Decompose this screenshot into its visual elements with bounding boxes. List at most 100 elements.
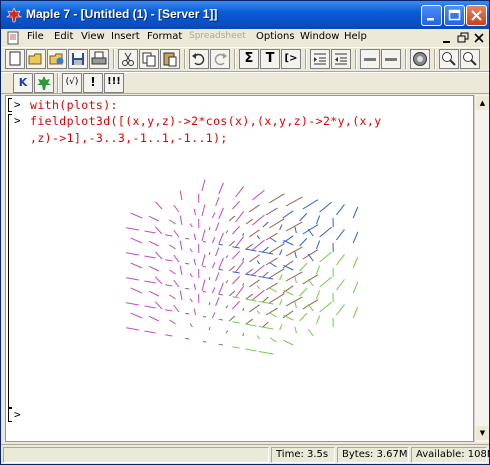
menu-spreadsheet[interactable]: Spreadsheet [189,31,246,41]
maximize-button[interactable] [444,5,465,26]
math-input-button[interactable]: Σ [239,49,259,69]
field-arrow [169,319,176,325]
scroll-down-arrow[interactable]: ▼ [476,426,489,440]
field-arrow [208,277,211,281]
input-line[interactable]: with(plots): [30,98,118,112]
new-file-button[interactable] [5,49,25,69]
cut-button[interactable] [118,49,138,69]
maple-leaf-button[interactable] [34,73,54,93]
back-button[interactable] [360,49,380,69]
child-close-icon[interactable] [472,31,486,45]
menu-insert[interactable]: Insert [111,31,140,42]
field-arrow [148,265,160,272]
close-button[interactable] [466,5,487,26]
text-input-button[interactable]: T [260,49,280,69]
menu-options[interactable]: Options [256,31,295,42]
field-arrow [165,259,173,262]
print-button[interactable] [89,49,109,69]
field-arrow [262,321,269,328]
scroll-up-arrow[interactable]: ▲ [476,96,489,110]
insert-execution-group-button[interactable]: [> [281,49,301,69]
execution-group-bracket [8,408,12,422]
field-arrow [252,289,265,301]
paste-button[interactable] [160,49,180,69]
field-arrow [242,258,245,262]
function-button[interactable]: (√) [62,73,82,93]
field-arrow [232,296,240,299]
field-arrow [235,261,245,273]
field-arrow [245,323,257,327]
field-arrow [126,302,139,306]
field-arrow [294,326,297,334]
field-arrow [211,312,216,319]
child-restore-icon[interactable] [456,31,470,45]
field-arrow [279,274,283,281]
field-arrow [299,212,308,222]
toolbar-separator [355,49,357,69]
input-line-continuation[interactable]: ,z)->1],-3..3,-1..1,-1..1); [30,131,228,145]
field-arrow [307,228,314,237]
zoom-in-button[interactable] [439,49,459,69]
menu-edit[interactable]: Edit [54,31,73,42]
menu-help[interactable]: Help [344,31,367,42]
field-arrow [232,200,240,210]
execution-group-bracket [8,98,12,112]
menu-format[interactable]: Format [147,31,182,42]
execute-all-button[interactable]: !!! [104,73,124,93]
worksheet[interactable]: > with(plots): > fieldplot3d([(x,y,z)->2… [5,95,474,442]
field-arrow [215,297,220,307]
menu-view[interactable]: View [81,31,105,42]
field-arrow [144,255,156,259]
open-file-button[interactable] [26,49,46,69]
document-icon[interactable] [6,31,20,45]
field-arrow [130,312,143,319]
keyword-button[interactable]: K [13,73,33,93]
menu-file[interactable]: File [27,31,44,42]
fieldplot3d-output[interactable] [126,174,366,374]
field-arrow [299,237,308,247]
field-arrow [245,248,257,252]
save-button[interactable] [68,49,88,69]
field-arrow [225,305,229,309]
field-arrow [256,335,261,340]
field-arrow [245,318,254,325]
field-arrow [218,293,223,296]
field-arrow [225,255,229,259]
copy-button[interactable] [139,49,159,69]
field-arrow [256,285,261,290]
field-arrow [232,321,240,324]
field-arrow [144,230,156,234]
minimize-button[interactable] [421,5,442,26]
zoom-out-button[interactable] [460,49,480,69]
field-arrow [269,237,277,243]
field-arrow [215,197,220,207]
field-arrow [235,236,245,248]
field-arrow [130,237,143,244]
redo-button[interactable] [210,49,230,69]
field-arrow [232,275,240,285]
field-arrow [319,301,332,313]
field-arrow [126,327,139,331]
input-line[interactable]: fieldplot3d([(x,y,z)->2*cos(x),(x,y,z)->… [30,114,382,128]
undo-button[interactable] [189,49,209,69]
field-arrow [126,277,139,281]
forward-button[interactable] [381,49,401,69]
indent-button[interactable] [310,49,330,69]
field-arrow [173,279,180,288]
field-arrow [262,271,269,278]
open-url-button[interactable] [47,49,67,69]
field-arrow [269,287,277,293]
field-arrow [283,264,294,271]
field-arrow [185,262,190,265]
field-arrow [299,287,308,297]
field-arrow [245,298,257,302]
execute-button[interactable]: ! [83,73,103,93]
child-minimize-icon[interactable] [440,31,454,45]
menu-window[interactable]: Window [300,31,339,42]
stop-button[interactable] [410,49,430,69]
field-arrow [193,283,197,291]
field-arrow [201,179,206,192]
vertical-scrollbar[interactable]: ▲ ▼ [474,95,489,442]
outdent-button[interactable] [331,49,351,69]
title-bar[interactable]: Maple 7 - [Untitled (1) - [Server 1]] [1,1,489,29]
